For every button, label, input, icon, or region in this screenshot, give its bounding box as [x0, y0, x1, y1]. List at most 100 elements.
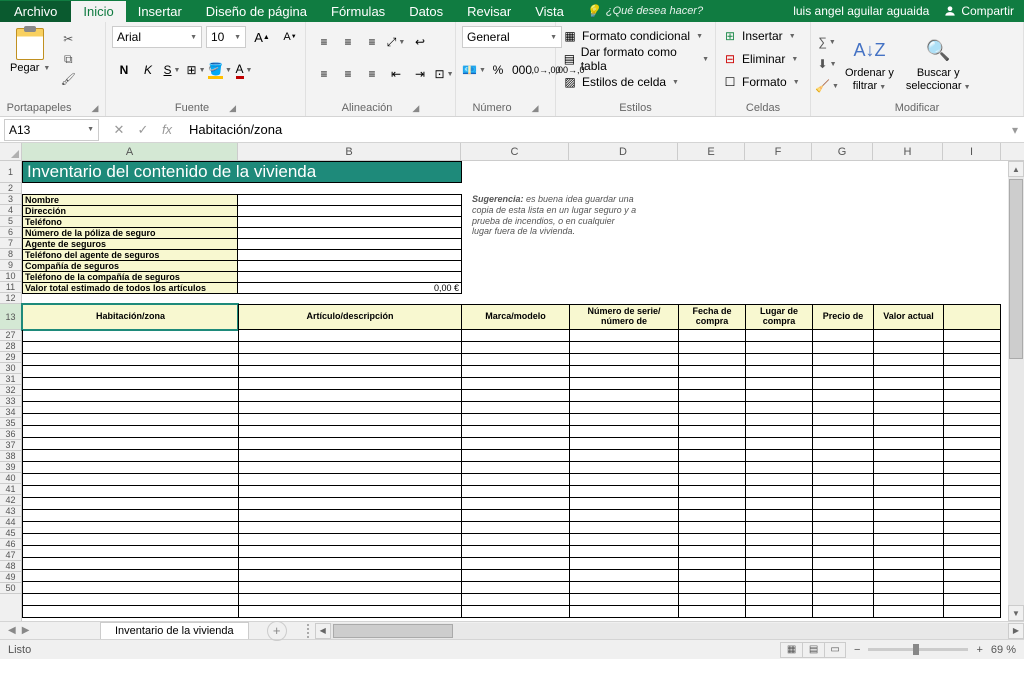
- tab-inicio[interactable]: Inicio: [71, 1, 125, 22]
- alignment-dialog-launcher[interactable]: ◢: [412, 103, 419, 114]
- inventory-cell[interactable]: [461, 462, 569, 474]
- thousands-button[interactable]: 000: [510, 60, 534, 80]
- inventory-cell[interactable]: [569, 402, 678, 414]
- inventory-cell[interactable]: [943, 402, 1001, 414]
- inventory-cell[interactable]: [745, 402, 812, 414]
- inventory-header[interactable]: Marca/modelo: [461, 304, 569, 330]
- inventory-cell[interactable]: [745, 570, 812, 582]
- inventory-cell[interactable]: [745, 498, 812, 510]
- inventory-cell[interactable]: [238, 402, 461, 414]
- inventory-cell[interactable]: [22, 570, 238, 582]
- inventory-cell[interactable]: [745, 534, 812, 546]
- increase-indent-button[interactable]: ⇥: [408, 64, 432, 84]
- select-all-button[interactable]: [0, 143, 22, 160]
- inventory-cell[interactable]: [812, 354, 873, 366]
- increase-font-button[interactable]: A▲: [250, 27, 274, 47]
- inventory-header[interactable]: [943, 304, 1001, 330]
- page-break-view-button[interactable]: ▭: [824, 642, 846, 658]
- inventory-cell[interactable]: [812, 498, 873, 510]
- info-value-cell[interactable]: [238, 206, 462, 216]
- tab-formulas[interactable]: Fórmulas: [319, 1, 397, 22]
- font-dialog-launcher[interactable]: ◢: [229, 103, 236, 114]
- inventory-cell[interactable]: [812, 594, 873, 606]
- file-menu[interactable]: Archivo: [0, 1, 71, 22]
- row-header-10[interactable]: 10: [0, 271, 21, 282]
- column-header-F[interactable]: F: [745, 143, 812, 160]
- inventory-cell[interactable]: [812, 450, 873, 462]
- cut-button[interactable]: ✂: [58, 30, 78, 48]
- number-dialog-launcher[interactable]: ◢: [532, 103, 539, 114]
- clipboard-dialog-launcher[interactable]: ◢: [91, 103, 98, 114]
- inventory-cell[interactable]: [461, 498, 569, 510]
- inventory-cell[interactable]: [943, 474, 1001, 486]
- inventory-cell[interactable]: [873, 414, 943, 426]
- inventory-cell[interactable]: [943, 438, 1001, 450]
- inventory-cell[interactable]: [461, 378, 569, 390]
- inventory-cell[interactable]: [22, 366, 238, 378]
- row-header-38[interactable]: 38: [0, 451, 21, 462]
- inventory-cell[interactable]: [22, 426, 238, 438]
- inventory-cell[interactable]: [22, 474, 238, 486]
- inventory-cell[interactable]: [569, 582, 678, 594]
- inventory-cell[interactable]: [569, 330, 678, 342]
- inventory-cell[interactable]: [678, 378, 745, 390]
- inventory-cell[interactable]: [678, 510, 745, 522]
- delete-cells-button[interactable]: ⊟Eliminar▼: [722, 49, 800, 69]
- inventory-cell[interactable]: [238, 330, 461, 342]
- row-header-11[interactable]: 11: [0, 282, 21, 293]
- row-header-2[interactable]: 2: [0, 183, 21, 194]
- inventory-cell[interactable]: [461, 594, 569, 606]
- inventory-cell[interactable]: [812, 378, 873, 390]
- zoom-level[interactable]: 69 %: [991, 644, 1016, 656]
- hscroll-thumb[interactable]: [333, 624, 453, 638]
- column-header-I[interactable]: I: [943, 143, 1001, 160]
- align-center-button[interactable]: ≡: [336, 64, 360, 84]
- inventory-cell[interactable]: [22, 330, 238, 342]
- horizontal-scrollbar[interactable]: [331, 623, 1008, 639]
- inventory-cell[interactable]: [678, 366, 745, 378]
- info-value-cell[interactable]: [238, 261, 462, 271]
- inventory-cell[interactable]: [22, 462, 238, 474]
- info-value-cell[interactable]: [238, 250, 462, 260]
- conditional-format-button[interactable]: ▦Formato condicional▼: [562, 26, 709, 46]
- inventory-cell[interactable]: [678, 438, 745, 450]
- inventory-cell[interactable]: [873, 426, 943, 438]
- align-left-button[interactable]: ≡: [312, 64, 336, 84]
- inventory-cell[interactable]: [678, 342, 745, 354]
- info-value-cell[interactable]: [238, 272, 462, 282]
- inventory-cell[interactable]: [22, 342, 238, 354]
- row-header-43[interactable]: 43: [0, 506, 21, 517]
- add-sheet-button[interactable]: +: [267, 621, 287, 641]
- inventory-cell[interactable]: [873, 522, 943, 534]
- inventory-cell[interactable]: [745, 330, 812, 342]
- inventory-cell[interactable]: [569, 342, 678, 354]
- increase-decimal-button[interactable]: ,0→,00: [534, 60, 558, 80]
- inventory-cell[interactable]: [943, 414, 1001, 426]
- inventory-cell[interactable]: [238, 414, 461, 426]
- inventory-cell[interactable]: [812, 510, 873, 522]
- inventory-cell[interactable]: [943, 486, 1001, 498]
- decrease-indent-button[interactable]: ⇤: [384, 64, 408, 84]
- inventory-cell[interactable]: [745, 438, 812, 450]
- align-middle-button[interactable]: ≡: [336, 32, 360, 52]
- inventory-cell[interactable]: [238, 558, 461, 570]
- inventory-cell[interactable]: [22, 534, 238, 546]
- inventory-cell[interactable]: [569, 498, 678, 510]
- accounting-button[interactable]: 💶▼: [462, 60, 486, 80]
- tab-revisar[interactable]: Revisar: [455, 1, 523, 22]
- font-size-select[interactable]: 10▼: [206, 26, 246, 48]
- inventory-cell[interactable]: [943, 450, 1001, 462]
- inventory-cell[interactable]: [678, 414, 745, 426]
- row-header-50[interactable]: 50: [0, 583, 21, 594]
- border-button[interactable]: ⊞▼: [184, 60, 208, 80]
- tab-datos[interactable]: Datos: [397, 1, 455, 22]
- row-header-27[interactable]: 27: [0, 330, 21, 341]
- inventory-cell[interactable]: [461, 558, 569, 570]
- align-top-button[interactable]: ≡: [312, 32, 336, 52]
- row-header-32[interactable]: 32: [0, 385, 21, 396]
- inventory-cell[interactable]: [812, 558, 873, 570]
- row-header-45[interactable]: 45: [0, 528, 21, 539]
- inventory-header[interactable]: Número de serie/ número de: [569, 304, 678, 330]
- inventory-cell[interactable]: [873, 546, 943, 558]
- inventory-cell[interactable]: [569, 438, 678, 450]
